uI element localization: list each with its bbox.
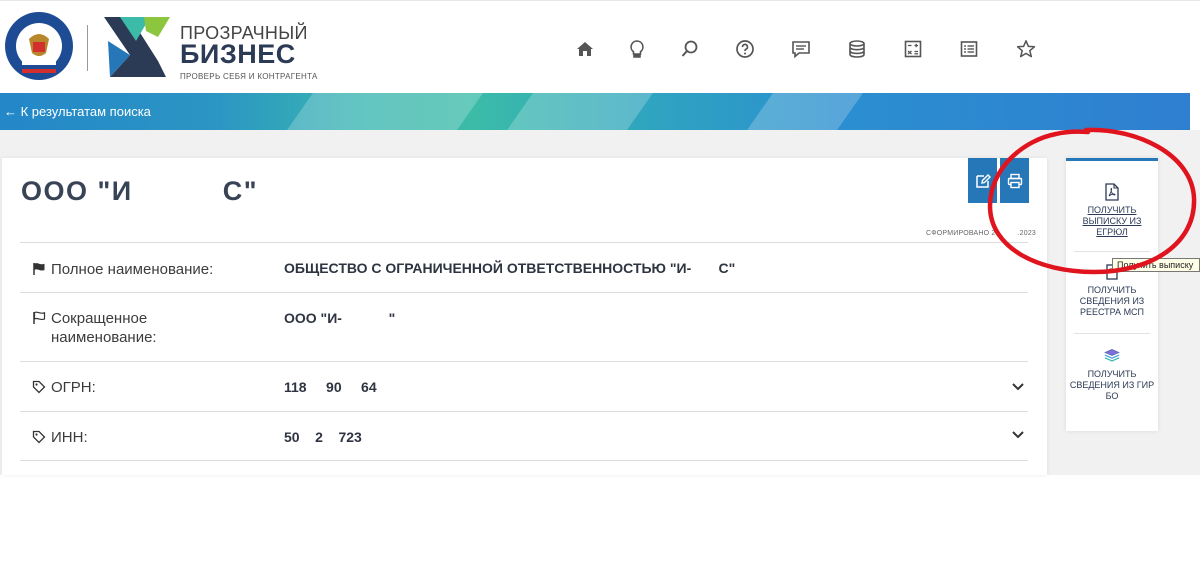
calculator-icon xyxy=(904,40,922,58)
inn-label: ИНН: xyxy=(32,428,88,447)
banner-stripe xyxy=(747,93,863,130)
ogrn-label-text: ОГРН: xyxy=(51,379,96,396)
star-icon xyxy=(1016,40,1036,58)
row-divider xyxy=(20,411,1028,412)
database-icon xyxy=(849,40,865,58)
search-icon xyxy=(681,40,698,57)
short-name-label: Сокращенное наименование: xyxy=(32,309,212,347)
brand-name-line2: БИЗНЕС xyxy=(180,39,296,69)
company-title: ООО "И С" xyxy=(21,176,258,207)
back-to-results-link[interactable]: ← К результатам поиска xyxy=(4,104,151,119)
logo-divider xyxy=(87,25,88,71)
home-icon xyxy=(577,42,593,56)
ogrn-expand-chevron-down-icon[interactable] xyxy=(1010,378,1026,394)
nav-home[interactable] xyxy=(571,35,599,63)
nav-feedback[interactable] xyxy=(787,35,815,63)
ogrn-value: 118 90 64 xyxy=(284,379,377,395)
side-divider xyxy=(1074,333,1150,334)
company-title-part2: С" xyxy=(222,176,259,206)
company-title-part1: ООО "И xyxy=(21,176,133,206)
short-name-value: ООО "И- " xyxy=(284,310,396,326)
nav-help[interactable] xyxy=(731,35,759,63)
nav-ideas[interactable] xyxy=(623,35,651,63)
tag-icon xyxy=(32,380,46,394)
tag-icon xyxy=(32,430,46,444)
banner-stripe xyxy=(287,93,483,130)
full-name-value: ОБЩЕСТВО С ОГРАНИЧЕННОЙ ОТВЕТСТВЕННОСТЬЮ… xyxy=(284,260,736,276)
nav-search[interactable] xyxy=(676,35,704,63)
banner-stripe xyxy=(507,93,653,130)
layers-stack-icon xyxy=(1104,349,1120,362)
full-name-label: Полное наименование: xyxy=(32,260,213,279)
nav-calculator[interactable] xyxy=(899,35,927,63)
inn-label-text: ИНН: xyxy=(51,429,88,446)
inn-value: 50 2 723 xyxy=(284,429,362,445)
row-divider xyxy=(20,292,1028,293)
flag-filled-icon xyxy=(33,263,45,275)
row-divider xyxy=(20,242,1028,243)
prozrachny-biznes-logo-icon[interactable] xyxy=(100,11,170,83)
inn-expand-chevron-down-icon[interactable] xyxy=(1010,426,1026,442)
get-gir-bo-label: ПОЛУЧИТЬ СВЕДЕНИЯ ИЗ ГИР БО xyxy=(1069,369,1155,401)
chat-icon xyxy=(792,41,810,59)
nav-favorites[interactable] xyxy=(1012,35,1040,63)
brand-slogan: ПРОВЕРЬ СЕБЯ И КОНТРАГЕНТА xyxy=(180,72,318,81)
full-name-label-text: Полное наименование: xyxy=(51,261,214,278)
nav-list[interactable] xyxy=(955,35,983,63)
red-circle-annotation xyxy=(987,127,1197,275)
help-icon xyxy=(736,40,754,58)
flag-outline-icon xyxy=(33,311,46,324)
company-card: ООО "И С" СФОРМИРОВАНО 2.2023 Полное наим… xyxy=(2,158,1047,475)
search-banner: ← К результатам поиска xyxy=(0,93,1190,130)
get-msp-register-label: ПОЛУЧИТЬ СВЕДЕНИЯ ИЗ РЕЕСТРА МСП xyxy=(1079,285,1145,317)
short-name-label-text: Сокращенное наименование: xyxy=(51,310,157,346)
list-icon xyxy=(960,41,978,57)
nav-database[interactable] xyxy=(843,35,871,63)
site-header: ПРОЗРАЧНЫЙ БИЗНЕС ПРОВЕРЬ СЕБЯ И КОНТРАГ… xyxy=(0,0,1200,94)
ogrn-label: ОГРН: xyxy=(32,378,96,397)
lightbulb-icon xyxy=(630,40,644,58)
fns-logo-icon[interactable] xyxy=(4,11,74,81)
row-divider xyxy=(20,460,1028,461)
get-gir-bo-button[interactable]: ПОЛУЧИТЬ СВЕДЕНИЯ ИЗ ГИР БО xyxy=(1066,347,1158,402)
row-divider xyxy=(20,361,1028,362)
